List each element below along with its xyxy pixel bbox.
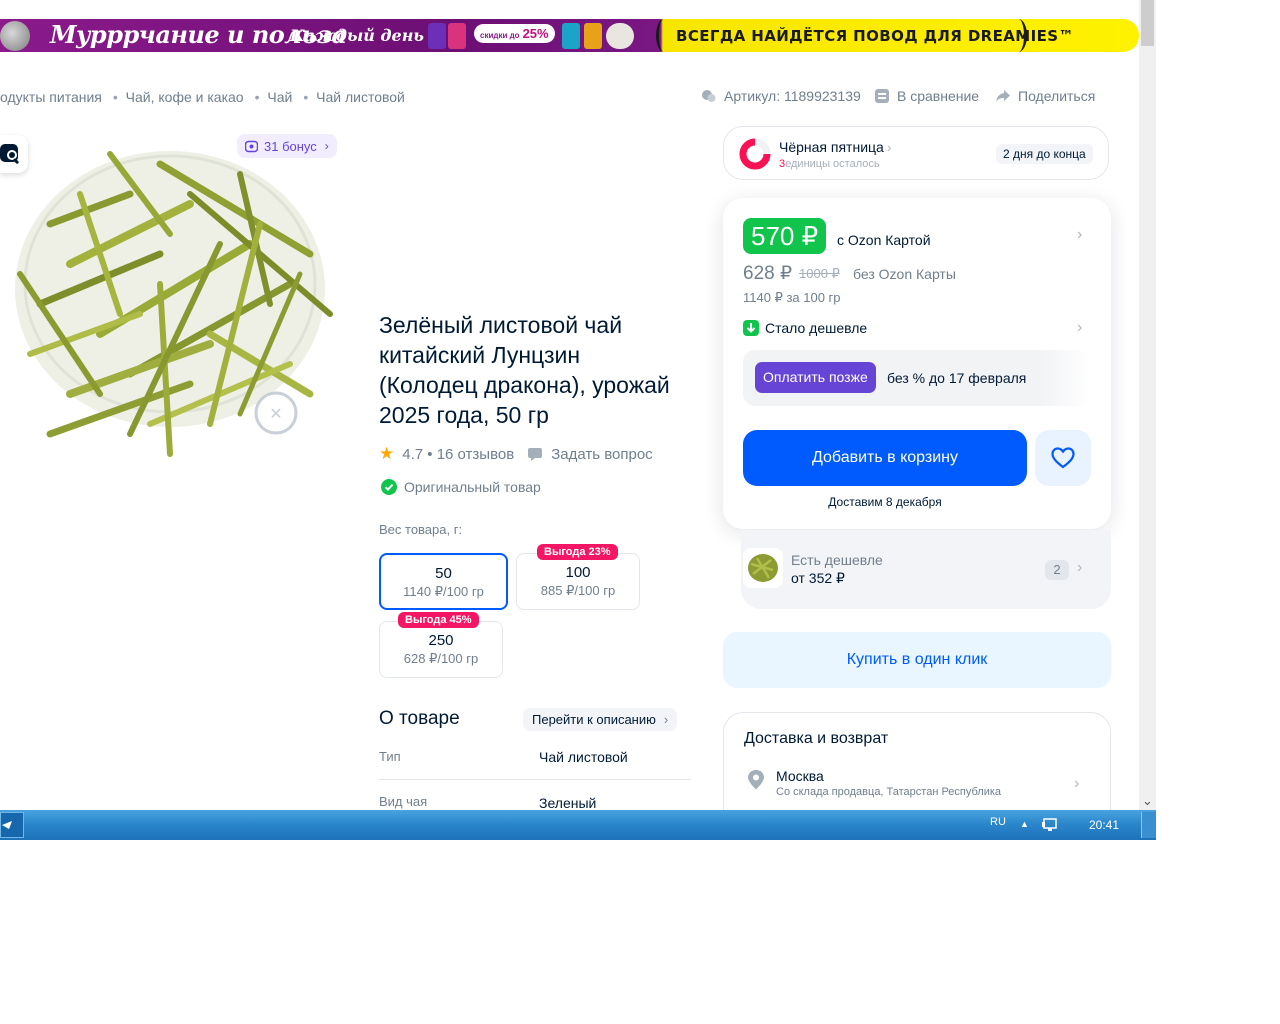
compare-icon	[875, 89, 889, 103]
product-pack-image	[562, 23, 580, 49]
days-left-badge: 2 дня до конца	[996, 144, 1093, 164]
rating-row: ★ 4.7 • 16 отзывов Задать вопрос	[379, 444, 653, 464]
product-pack-image	[428, 23, 446, 49]
heart-icon	[1051, 447, 1075, 469]
scroll-down-arrow-icon[interactable]: ⌄	[1139, 792, 1156, 810]
pay-later-button[interactable]: Оплатить позже	[755, 362, 876, 393]
arrow-down-icon	[743, 320, 759, 336]
language-indicator[interactable]: RU	[990, 816, 1006, 828]
scrollbar-thumb[interactable]	[1141, 0, 1154, 46]
product-pack-image	[448, 23, 466, 49]
weight-option-250[interactable]: 250 628 ₽/100 гр	[379, 621, 503, 678]
article-number[interactable]: Артикул: 1189923139	[702, 88, 861, 104]
chevron-right-icon: ›	[886, 139, 892, 155]
share-button[interactable]: Поделиться	[996, 88, 1095, 104]
regular-price: 628 ₽	[743, 263, 793, 284]
promo-banner[interactable]: Мурррчание и польза Каждый день скидки д…	[0, 19, 1139, 52]
breadcrumb-item[interactable]: Чай	[267, 89, 292, 105]
cat-image	[0, 21, 30, 51]
chevron-right-icon: ›	[663, 712, 669, 727]
chevron-right-icon: ›	[324, 139, 329, 153]
bonus-icon	[245, 140, 258, 152]
discount-badge: Выгода 23%	[537, 544, 618, 560]
buy-one-click-button[interactable]: Купить в один клик	[723, 632, 1111, 688]
compare-button[interactable]: В сравнение	[875, 88, 979, 104]
ozon-card-label[interactable]: с Ozon Картой	[837, 232, 931, 248]
swoosh-decoration	[1010, 19, 1027, 52]
swoosh-decoration	[656, 19, 671, 52]
page-scrollbar[interactable]	[1139, 0, 1156, 810]
start-button[interactable]	[0, 812, 24, 838]
delivery-title: Доставка и возврат	[744, 730, 889, 747]
old-price: 1000 ₽	[799, 266, 840, 281]
clock[interactable]: 20:41	[1089, 818, 1119, 832]
discount-pill: скидки до 25%	[474, 24, 555, 43]
chat-bubbles-icon	[702, 89, 716, 103]
banner-subline: Каждый день	[290, 26, 424, 45]
offer-thumbnail	[743, 548, 783, 588]
share-icon	[996, 89, 1010, 103]
breadcrumb-item[interactable]: Чай, кофе и какао	[126, 89, 244, 105]
star-icon: ★	[379, 444, 395, 463]
cheaper-offer-price: от 352 ₽	[791, 570, 845, 586]
cheaper-now-link[interactable]: Стало дешевле	[743, 320, 867, 336]
network-icon[interactable]	[1042, 818, 1058, 833]
promo-title: Чёрная пятница ›	[779, 139, 892, 155]
divider	[379, 779, 691, 780]
spec-value: Чай листовой	[539, 749, 628, 765]
product-image[interactable]: ✕	[10, 134, 340, 469]
spec-label: Вид чая	[379, 794, 428, 809]
add-to-cart-button[interactable]: Добавить в корзину	[743, 430, 1027, 486]
cat-image	[606, 23, 634, 49]
tray-expand-icon[interactable]: ▲	[1020, 819, 1029, 829]
unit-price: 1140 ₽ за 100 гр	[743, 290, 841, 305]
taskbar	[0, 810, 1156, 840]
chevron-right-icon[interactable]: ›	[1077, 226, 1082, 244]
promo-ring-icon	[739, 138, 771, 170]
chevron-right-icon: ›	[1077, 559, 1083, 576]
ozon-card-price: 570 ₽	[743, 218, 827, 254]
breadcrumb-item[interactable]: Чай листовой	[316, 89, 405, 105]
ask-question-button[interactable]: Задать вопрос	[528, 446, 653, 463]
question-bubble-icon	[528, 447, 543, 461]
pay-later-terms: без % до 17 февраля	[887, 370, 1027, 386]
offer-count-badge: 2	[1045, 560, 1069, 580]
weight-option-100[interactable]: 100 885 ₽/100 гр	[516, 553, 640, 610]
promo-units-left: 3единицы осталось	[779, 158, 880, 170]
check-circle-icon	[381, 479, 397, 495]
breadcrumb: одукты питания • Чай, кофе и какао • Чай • …	[0, 89, 405, 105]
black-friday-promo[interactable]: Чёрная пятница › 3единицы осталось 2 дня …	[723, 126, 1109, 180]
show-desktop-button[interactable]	[1141, 812, 1156, 838]
original-product-badge: Оригинальный товар	[381, 479, 541, 495]
product-title: Зелёный листовой чай китайский Лунцзин (…	[379, 312, 670, 428]
weight-label: Вес товара, г:	[379, 522, 463, 537]
telegram-icon	[2, 821, 12, 829]
chevron-right-icon[interactable]: ›	[1074, 775, 1079, 793]
about-title: О товаре	[379, 708, 460, 729]
bonus-badge[interactable]: 31 бонус ›	[237, 134, 337, 158]
rating-reviews-link[interactable]: 4.7 • 16 отзывов	[402, 446, 514, 463]
delivery-city[interactable]: Москва	[776, 768, 824, 784]
regular-price-label: без Ozon Карты	[853, 266, 956, 282]
discount-badge: Выгода 45%	[398, 612, 479, 628]
goto-description-button[interactable]: Перейти к описанию ›	[523, 708, 678, 731]
breadcrumb-item[interactable]: одукты питания	[0, 89, 102, 105]
spec-label: Тип	[379, 749, 401, 764]
cheaper-offer[interactable]: Есть дешевле от 352 ₽ 2 ›	[741, 530, 1111, 609]
delivery-source: Со склада продавца, Татарстан Республика	[776, 786, 1002, 798]
chevron-right-icon[interactable]: ›	[1077, 319, 1082, 337]
location-pin-icon	[748, 770, 764, 790]
product-pack-image	[584, 23, 602, 49]
spec-value: Зеленый	[539, 795, 597, 811]
weight-option-50[interactable]: 50 1140 ₽/100 гр	[379, 553, 508, 610]
favorite-button[interactable]	[1035, 430, 1091, 486]
svg-text:✕: ✕	[269, 404, 282, 423]
delivery-date: Доставим 8 декабря	[828, 495, 942, 509]
cheaper-offer-label: Есть дешевле	[791, 552, 883, 568]
